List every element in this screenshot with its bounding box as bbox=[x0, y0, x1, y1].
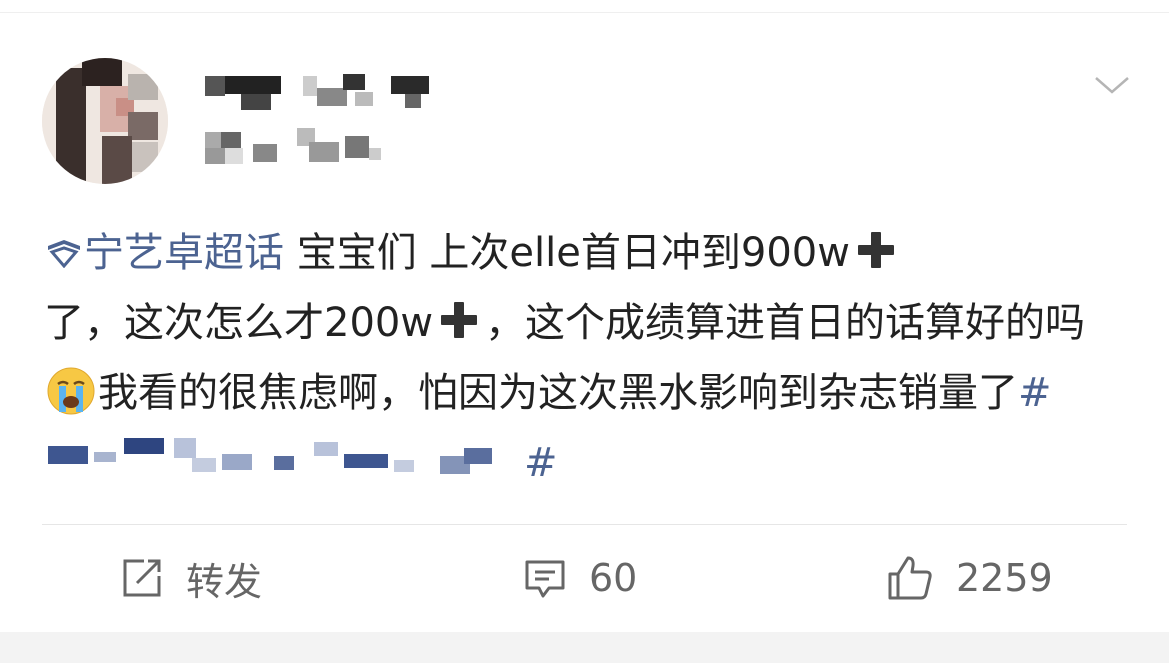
username-mosaic[interactable] bbox=[205, 72, 445, 112]
repost-label: 转发 bbox=[186, 559, 263, 604]
hashtag-close: # bbox=[524, 440, 558, 486]
topic-icon bbox=[48, 240, 80, 268]
loudly-crying-face-icon bbox=[47, 367, 95, 415]
chevron-down-icon[interactable] bbox=[1092, 70, 1132, 100]
topic-label: 宁艺卓超话 bbox=[84, 230, 284, 276]
post-content: 宁艺卓超话 宝宝们 上次elle首日冲到900w 了，这次怎么才200w ，这个成绩… bbox=[44, 218, 1134, 498]
post-text-1: 宝宝们 上次elle首日冲到900w bbox=[284, 230, 850, 276]
post-text-4: 我看的很焦虑啊，怕因为这次黑水影响到杂志销量了 bbox=[98, 370, 1018, 416]
heavy-plus-icon bbox=[441, 302, 478, 338]
comment-count: 60 bbox=[589, 556, 638, 600]
footer-bar bbox=[0, 632, 1169, 663]
repost-icon bbox=[123, 559, 161, 597]
meta-mosaic bbox=[205, 128, 405, 164]
topic-link[interactable]: 宁艺卓超话 bbox=[44, 230, 284, 276]
comment-button[interactable]: 60 bbox=[523, 548, 637, 608]
heavy-plus-icon bbox=[857, 232, 894, 268]
hashtag-open: # bbox=[1018, 370, 1052, 416]
avatar[interactable] bbox=[42, 58, 168, 184]
thumbs-up-icon bbox=[888, 556, 932, 600]
post-text-2: 了，这次怎么才200w bbox=[44, 300, 434, 346]
like-count: 2259 bbox=[956, 556, 1053, 600]
action-divider bbox=[42, 524, 1127, 525]
like-button[interactable]: 2259 bbox=[886, 548, 1053, 608]
comment-icon bbox=[525, 560, 565, 598]
post-text-3: ，这个成绩算进首日的话算好的吗 bbox=[485, 300, 1086, 346]
hashtag-mosaic bbox=[44, 434, 524, 490]
top-divider bbox=[0, 12, 1169, 13]
repost-button[interactable]: 转发 bbox=[120, 548, 262, 608]
